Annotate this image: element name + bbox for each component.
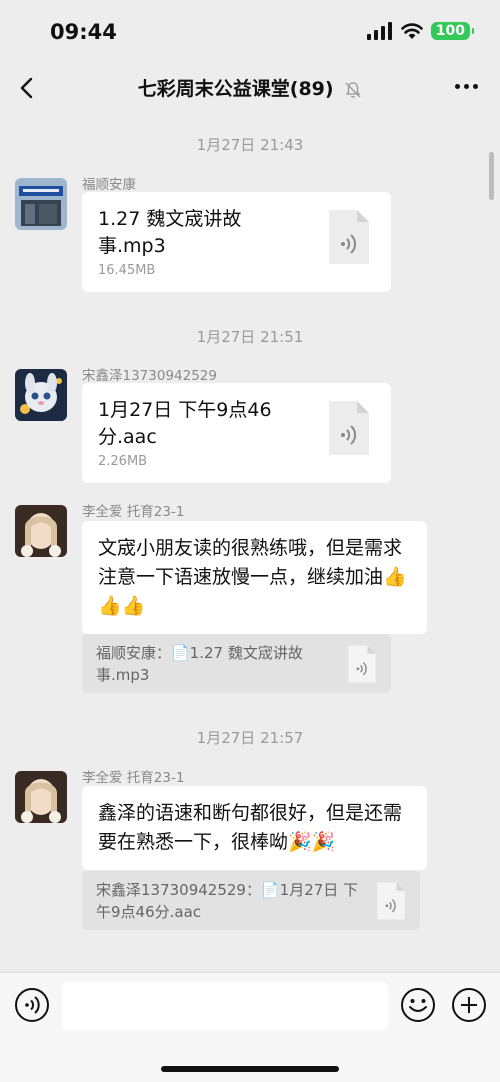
mute-bell-icon (345, 81, 361, 98)
more-functions-plus-icon[interactable] (451, 987, 487, 1023)
quoted-text: 福顺安康：📄1.27 魏文宬讲故事.mp3 (96, 644, 303, 684)
more-dot-icon (464, 84, 469, 89)
avatar[interactable] (15, 178, 67, 230)
audio-file-icon (329, 401, 369, 455)
file-message[interactable]: 1.27 魏文宬讲故事.mp3 16.45MB (82, 192, 391, 292)
more-options-button[interactable] (455, 84, 478, 89)
chat-title-wrap[interactable]: 七彩周末公益课堂(89) (0, 74, 500, 101)
sender-name: 李全爱 托育23-1 (82, 770, 185, 786)
file-name: 1月27日 下午9点46分.aac (98, 399, 272, 448)
more-dot-icon (455, 84, 460, 89)
file-size: 2.26MB (98, 454, 148, 469)
emoji-icon[interactable] (400, 987, 436, 1023)
audio-file-icon (348, 645, 376, 683)
sender-name: 宋鑫泽13730942529 (82, 368, 217, 384)
signal-icon (366, 22, 392, 40)
file-size: 16.45MB (98, 263, 156, 278)
status-icons: 100 (366, 22, 475, 40)
audio-file-icon (329, 210, 369, 264)
chat-scrollbar[interactable] (489, 152, 494, 200)
avatar[interactable] (15, 771, 67, 823)
quoted-message[interactable]: 福顺安康：📄1.27 魏文宬讲故事.mp3 (82, 634, 391, 693)
message-timestamp: 1月27日 21:57 (196, 729, 304, 747)
file-name: 1.27 魏文宬讲故事.mp3 (98, 208, 242, 257)
audio-file-icon (377, 882, 405, 920)
sender-name: 福顺安康 (82, 177, 136, 193)
nav-bar: 七彩周末公益课堂(89) (0, 62, 500, 116)
text-message[interactable]: 鑫泽的语速和断句都很好，但是还需要在熟悉一下，很棒呦🎉🎉 (82, 786, 427, 870)
status-bar: 09:44 100 (0, 0, 500, 62)
avatar[interactable] (15, 369, 67, 421)
more-dot-icon (473, 84, 478, 89)
text-message[interactable]: 文宬小朋友读的很熟练哦，但是需求注意一下语速放慢一点，继续加油👍👍👍 (82, 521, 427, 634)
sender-name: 李全爱 托育23-1 (82, 504, 185, 520)
quoted-message[interactable]: 宋鑫泽13730942529：📄1月27日 下午9点46分.aac (82, 871, 420, 930)
message-timestamp: 1月27日 21:43 (196, 136, 304, 154)
quoted-text: 宋鑫泽13730942529：📄1月27日 下午9点46分.aac (96, 881, 359, 921)
avatar[interactable] (15, 505, 67, 557)
voice-input-icon[interactable] (14, 987, 50, 1023)
wifi-icon (400, 23, 423, 39)
home-indicator[interactable] (161, 1066, 339, 1072)
status-time: 09:44 (50, 20, 117, 44)
battery-icon: 100 (430, 22, 475, 40)
chat-title: 七彩周末公益课堂(89) (137, 78, 334, 100)
chat-area[interactable]: 1月27日 21:43 福顺安康 1.27 魏文宬讲故事.mp3 16.45MB… (0, 116, 500, 972)
message-timestamp: 1月27日 21:51 (196, 328, 304, 346)
file-message[interactable]: 1月27日 下午9点46分.aac 2.26MB (82, 383, 391, 483)
message-input[interactable] (62, 982, 388, 1030)
